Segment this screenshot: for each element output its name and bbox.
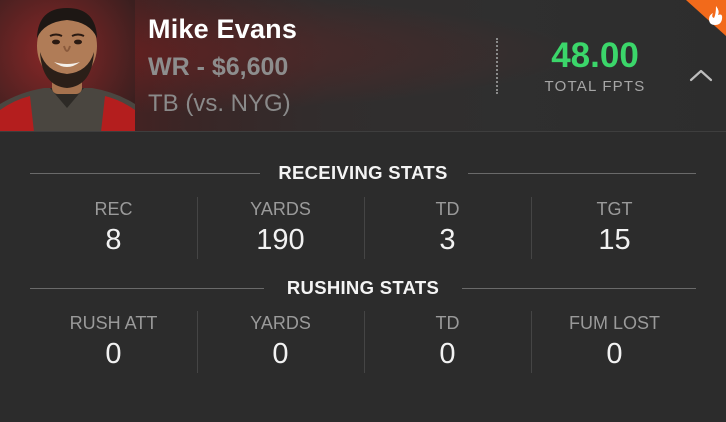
player-header: Mike Evans WR - $6,600 TB (vs. NYG) 48.0… — [0, 0, 726, 132]
total-fpts-label: TOTAL FPTS — [544, 78, 646, 95]
rushing-stats-row: RUSH ATT 0 YARDS 0 TD 0 FUM LOST 0 — [30, 311, 698, 375]
stat-label: YARDS — [250, 313, 311, 333]
flame-icon[interactable] — [680, 0, 726, 36]
stat-tgt: TGT 15 — [531, 197, 698, 261]
stat-value: 0 — [272, 338, 289, 370]
player-headshot — [0, 0, 135, 131]
player-stats-card: Mike Evans WR - $6,600 TB (vs. NYG) 48.0… — [0, 0, 726, 422]
header-divider — [496, 38, 498, 94]
receiving-stats-title: RECEIVING STATS — [278, 162, 448, 183]
stat-td: TD 3 — [364, 197, 531, 261]
rushing-stats-title: RUSHING STATS — [286, 277, 440, 298]
player-position-salary: WR - $6,600 — [148, 53, 289, 81]
stat-label: TD — [435, 313, 460, 333]
player-matchup: TB (vs. NYG) — [148, 90, 291, 117]
stat-yards: YARDS 190 — [197, 197, 364, 261]
stat-label: RUSH ATT — [69, 313, 158, 333]
stat-rec: REC 8 — [30, 197, 197, 261]
stat-value: 0 — [105, 338, 122, 370]
stat-fum-lost: FUM LOST 0 — [531, 311, 698, 375]
stat-value: 0 — [439, 338, 456, 370]
stat-value: 190 — [256, 224, 305, 256]
total-fpts-value: 48.00 — [551, 36, 639, 75]
stat-value: 15 — [598, 224, 631, 256]
stat-value: 3 — [439, 224, 456, 256]
stat-label: TD — [435, 199, 460, 219]
stat-label: FUM LOST — [568, 313, 660, 333]
stat-label: TGT — [596, 199, 633, 219]
stat-rush-td: TD 0 — [364, 311, 531, 375]
chevron-up-icon[interactable] — [688, 66, 714, 84]
receiving-stats-row: REC 8 YARDS 190 TD 3 TGT 15 — [30, 197, 698, 261]
stat-value: 0 — [606, 338, 623, 370]
rushing-stats-header: RUSHING STATS — [30, 277, 696, 301]
receiving-stats-header: RECEIVING STATS — [30, 162, 696, 186]
stat-label: YARDS — [250, 199, 311, 219]
stat-rush-att: RUSH ATT 0 — [30, 311, 197, 375]
stat-label: REC — [94, 199, 133, 219]
stat-rush-yards: YARDS 0 — [197, 311, 364, 375]
stat-value: 8 — [105, 224, 122, 256]
player-name: Mike Evans — [148, 14, 298, 44]
